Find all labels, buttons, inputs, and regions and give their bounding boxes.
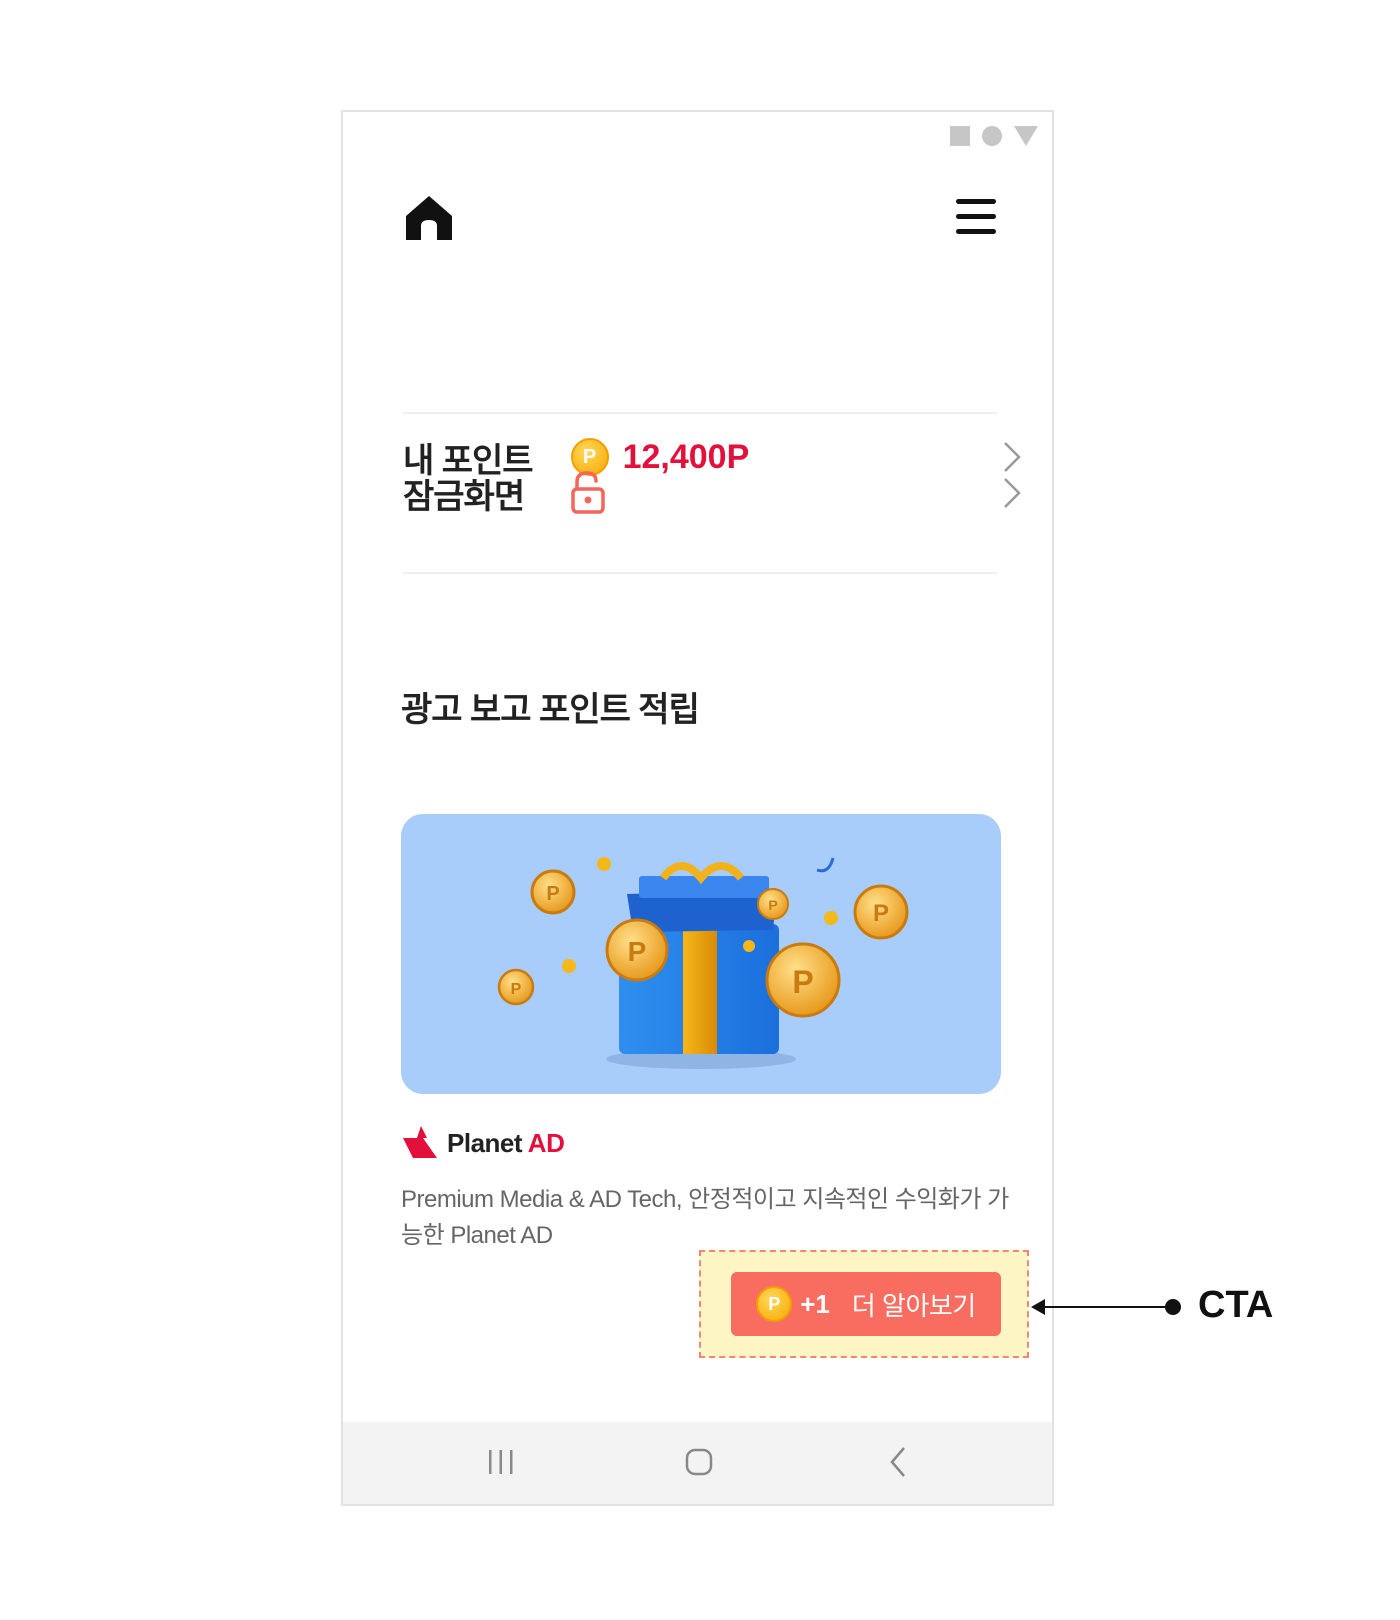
recents-icon[interactable] xyxy=(481,1442,521,1482)
divider xyxy=(403,572,997,574)
lock-screen-label: 잠금화면 xyxy=(403,477,525,516)
unlock-icon xyxy=(571,471,605,514)
nav-home-icon[interactable] xyxy=(679,1442,719,1482)
cta-label: 더 알아보기 xyxy=(851,1290,976,1321)
svg-text:P: P xyxy=(546,883,559,905)
triangle-status-icon xyxy=(1014,126,1038,146)
brand-name-text: Planet xyxy=(447,1127,523,1158)
svg-text:P: P xyxy=(511,981,522,998)
back-icon[interactable] xyxy=(879,1442,919,1482)
svg-text:P: P xyxy=(873,900,889,927)
brand-name: Planet AD xyxy=(447,1127,565,1159)
cta-highlight-area: P +1 더 알아보기 xyxy=(699,1250,1029,1358)
svg-text:P: P xyxy=(792,964,813,1000)
section-title: 광고 보고 포인트 적립 xyxy=(401,691,700,729)
annotation-arrowhead xyxy=(1031,1299,1045,1315)
home-icon[interactable] xyxy=(403,192,455,244)
svg-text:P: P xyxy=(628,936,647,967)
svg-text:P: P xyxy=(768,897,777,913)
android-nav-bar xyxy=(343,1422,1052,1504)
hamburger-menu-icon[interactable] xyxy=(954,197,998,237)
annotation-line xyxy=(1036,1306,1170,1308)
ad-description: Premium Media & AD Tech, 안정적이고 지속적인 수익화가… xyxy=(401,1186,1009,1249)
brand-accent-text: AD xyxy=(527,1127,565,1158)
learn-more-cta-button[interactable]: P +1 더 알아보기 xyxy=(731,1272,1001,1336)
annotation-dot xyxy=(1165,1299,1181,1315)
divider xyxy=(403,412,997,414)
cta-bonus: +1 xyxy=(800,1288,830,1319)
annotation-label: CTA xyxy=(1198,1284,1274,1326)
chevron-right-icon xyxy=(1004,478,1021,508)
status-bar xyxy=(950,126,1038,146)
planet-ad-logo-icon xyxy=(403,1126,437,1158)
phone-frame: 내 포인트 P 12,400P 잠금화면 광고 보고 포인트 적립 P P P … xyxy=(341,110,1054,1506)
square-status-icon xyxy=(950,126,970,146)
planet-ad-logo: Planet AD xyxy=(401,1124,565,1162)
ad-banner-image[interactable]: P P P P P P xyxy=(401,814,1001,1094)
gift-box-illustration: P P P P P P xyxy=(497,857,909,1069)
chevron-right-icon xyxy=(1004,442,1021,472)
circle-status-icon xyxy=(982,126,1002,146)
lock-screen-row[interactable]: 잠금화면 xyxy=(403,438,1021,548)
coin-icon: P xyxy=(756,1286,793,1322)
